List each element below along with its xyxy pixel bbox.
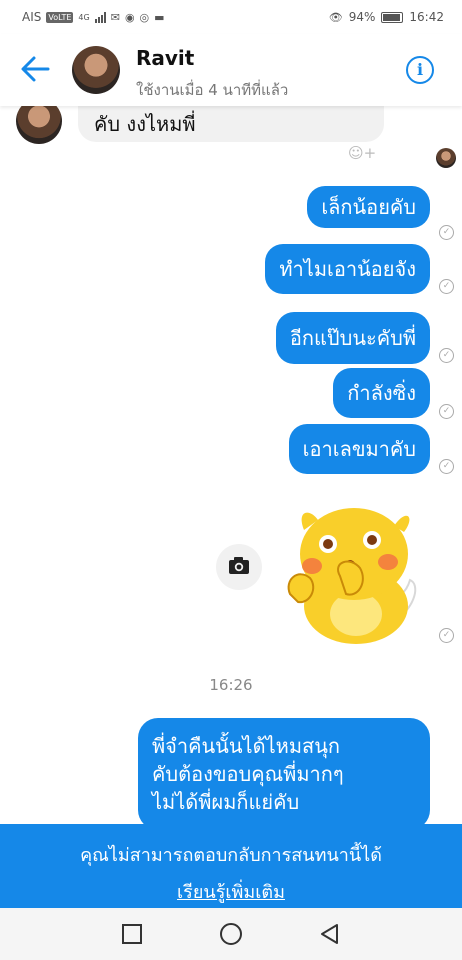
- delivered-check-icon: ✓: [439, 459, 454, 474]
- delivered-check-icon: ✓: [439, 279, 454, 294]
- outgoing-message[interactable]: อีกแป๊บนะคับพี่: [275, 312, 430, 364]
- outgoing-message-text: กำลังซิ่ง: [347, 381, 416, 405]
- delivered-check-icon: ✓: [439, 225, 454, 240]
- outgoing-message-text: เอาเลขมาคับ: [302, 437, 416, 461]
- outgoing-message[interactable]: เอาเลขมาคับ: [288, 424, 430, 474]
- react-smiley-icon[interactable]: ☺+: [348, 144, 378, 164]
- message-line: คับต้องขอบคุณพี่มากๆ: [152, 762, 344, 786]
- back-icon[interactable]: [318, 922, 342, 946]
- sticker-image[interactable]: [284, 502, 420, 646]
- outgoing-message[interactable]: ทำไมเอาน้อยจัง: [265, 244, 430, 294]
- outgoing-message[interactable]: เล็กน้อยคับ: [307, 186, 430, 228]
- outgoing-message-text: เล็กน้อยคับ: [321, 195, 416, 219]
- last-active-status: ใช้งานเมื่อ 4 นาทีที่แล้ว: [136, 81, 289, 99]
- mail-icon: ✉: [110, 10, 120, 24]
- message-line: ไม่ได้พี่ผมก็แย่คับ: [152, 790, 300, 814]
- android-nav-bar: [0, 908, 462, 960]
- network-type: 4G: [78, 12, 90, 22]
- outgoing-message-text: อีกแป๊บนะคับพี่: [289, 326, 416, 350]
- info-icon[interactable]: i: [406, 56, 434, 84]
- home-icon[interactable]: [219, 922, 243, 946]
- contact-name[interactable]: Ravit: [136, 46, 194, 70]
- message-line: พี่จำคืนนั้นได้ไหมสนุก: [152, 734, 340, 758]
- outgoing-message-text: ทำไมเอาน้อยจัง: [279, 257, 416, 281]
- volte-badge: VoLTE: [46, 11, 74, 23]
- bed-icon: ▬: [154, 10, 165, 24]
- chrome-icon: ◉: [124, 10, 135, 24]
- signal-icon: [94, 11, 106, 23]
- sender-avatar: [16, 106, 62, 144]
- battery-percent: 94%: [348, 10, 376, 24]
- outgoing-message[interactable]: กำลังซิ่ง: [333, 368, 430, 418]
- carrier-label: AIS: [22, 10, 42, 24]
- delivered-check-icon: ✓: [439, 404, 454, 419]
- message-list[interactable]: คับ งงไหมพี่ ☺+ เล็กน้อยคับ ✓ ทำไมเอาน้อ…: [0, 106, 462, 824]
- read-receipt-avatar: [436, 148, 456, 168]
- delivered-check-icon: ✓: [439, 348, 454, 363]
- clock: 16:42: [409, 10, 444, 24]
- delivered-check-icon: ✓: [439, 628, 454, 643]
- camera-icon: [229, 557, 249, 574]
- recent-apps-icon[interactable]: [120, 922, 144, 946]
- timestamp-divider: 16:26: [209, 676, 253, 694]
- status-bar: AIS VoLTE 4G ✉ ◉ ◎ ▬ 👁 94% 16:42: [0, 0, 462, 34]
- incoming-message-text: คับ งงไหมพี่: [94, 112, 196, 136]
- eye-icon: 👁: [328, 10, 343, 24]
- conversation-header: Ravit ใช้งานเมื่อ 4 นาทีที่แล้ว i: [0, 34, 462, 106]
- battery-icon: [381, 11, 404, 23]
- cannot-reply-banner: คุณไม่สามารถตอบกลับการสนทนานี้ได้ เรียนร…: [0, 824, 462, 908]
- outgoing-message[interactable]: พี่จำคืนนั้นได้ไหมสนุก คับต้องขอบคุณพี่ม…: [138, 718, 430, 824]
- instagram-icon: ◎: [139, 10, 150, 24]
- incoming-message[interactable]: คับ งงไหมพี่: [78, 106, 384, 142]
- camera-button[interactable]: [216, 544, 262, 590]
- cannot-reply-text: คุณไม่สามารถตอบกลับการสนทนานี้ได้: [80, 845, 382, 866]
- back-arrow-icon[interactable]: [18, 52, 52, 86]
- contact-avatar[interactable]: [72, 46, 120, 94]
- learn-more-link[interactable]: เรียนรู้เพิ่มเติม: [177, 877, 285, 906]
